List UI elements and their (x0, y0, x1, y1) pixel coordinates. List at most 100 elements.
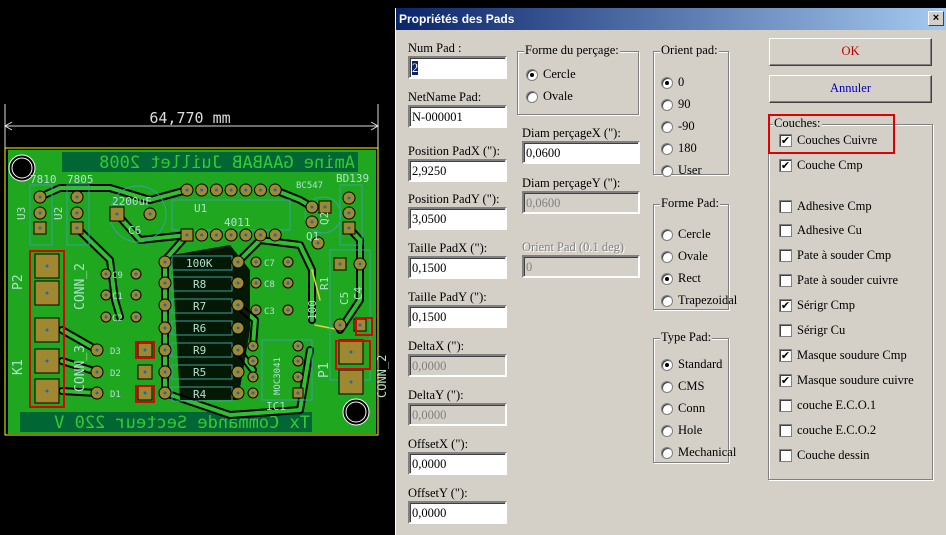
drill-hole (185, 233, 189, 237)
drill-hole (45, 359, 49, 363)
layer-checkbox-2[interactable]: Adhesive Cmp (779, 199, 872, 214)
checkbox-icon (779, 324, 792, 337)
svg-text:R4: R4 (193, 388, 207, 401)
diamx-label: Diam perçageX ("): (522, 126, 621, 140)
drill-hole (323, 205, 327, 209)
deltax-label: DeltaX ("): (408, 339, 465, 353)
svg-text:CONN_2: CONN_2 (73, 263, 88, 310)
pad-properties-dialog: Propriétés des Pads × Num Pad : 2 NetNam… (395, 8, 946, 535)
netname-label: NetName Pad: (408, 90, 482, 104)
layer-label: couche E.C.O.2 (797, 423, 877, 437)
netname-input[interactable]: N-000001 (408, 105, 507, 128)
board-title: Amine GAABAB Juillet 2008 (99, 153, 355, 173)
radio-ovale[interactable]: Ovale (526, 89, 573, 104)
drill-hole (347, 211, 351, 215)
num-pad-input[interactable]: 2 (408, 56, 507, 79)
diamy-input: 0,0600 (522, 191, 640, 214)
drill-hole (244, 188, 248, 192)
offsetx-input[interactable]: 0,0000 (408, 452, 507, 475)
radio-orient-1[interactable]: 90 (661, 97, 691, 112)
radio-type-pad-0[interactable]: Standard (661, 357, 722, 372)
diamx-input[interactable]: 0,0600 (522, 141, 640, 164)
drill-hole (296, 359, 300, 363)
posx-input[interactable]: 2,9250 (408, 159, 507, 182)
layer-checkbox-10[interactable]: couche E.C.O.1 (779, 398, 876, 413)
drill-hole (163, 281, 167, 285)
drill-hole (349, 380, 353, 384)
drill-hole (134, 293, 138, 297)
layer-checkbox-11[interactable]: couche E.C.O.2 (779, 423, 876, 438)
layer-checkbox-9[interactable]: ✔ Masque soudure cuivre (779, 373, 914, 388)
deltay-label: DeltaY ("): (408, 388, 464, 402)
radio-forme-pad-1[interactable]: Ovale (661, 249, 708, 264)
radio-cercle[interactable]: Cercle (526, 67, 576, 82)
checkbox-icon: ✔ (779, 349, 792, 362)
svg-text:2200uF: 2200uF (112, 195, 152, 208)
radio-orient-2[interactable]: -90 (661, 119, 695, 134)
forme-pad-group: Forme Pad: Cercle Ovale Rect Trapezoidal (653, 196, 737, 310)
close-button[interactable]: × (928, 11, 944, 26)
svg-text:D2: D2 (110, 369, 121, 379)
radio-type-pad-1[interactable]: CMS (661, 379, 704, 394)
drill-hole (214, 188, 218, 192)
dialog-title-bar[interactable]: Propriétés des Pads × (396, 8, 946, 30)
svg-text:U2: U2 (52, 207, 65, 220)
layer-checkbox-12[interactable]: Couche dessin (779, 448, 870, 463)
radio-type-pad-2[interactable]: Conn (661, 401, 705, 416)
taillex-input[interactable]: 0,1500 (408, 256, 507, 279)
radio-forme-pad-3[interactable]: Trapezoidal (661, 293, 737, 308)
checkbox-icon (779, 200, 792, 213)
svg-text:CONN_3: CONN_3 (73, 345, 88, 392)
drill-hole (338, 323, 342, 327)
ok-button[interactable]: OK (769, 38, 932, 66)
svg-text:BC547: BC547 (296, 181, 323, 191)
radio-label: Hole (678, 423, 703, 437)
type-pad-group: Type Pad: Standard CMS Conn Hole Mechanical (653, 330, 736, 463)
radio-orient-0[interactable]: 0 (661, 75, 684, 90)
pcb-canvas[interactable]: 64,770 mm Amine GAABAB Juillet 2008 Tx C… (0, 0, 395, 535)
radio-forme-pad-0[interactable]: Cercle (661, 227, 711, 242)
layer-checkbox-6[interactable]: ✔ Sérigr Cmp (779, 298, 855, 313)
drill-hole (229, 188, 233, 192)
radio-label: Rect (678, 271, 701, 285)
radio-icon (661, 446, 673, 459)
svg-text:R8: R8 (193, 278, 206, 291)
orient-pad-group: Orient pad: 0 90 -90 180 User (653, 43, 729, 178)
layer-checkbox-4[interactable]: Pate à souder Cmp (779, 248, 891, 263)
deltay-input: 0,0000 (408, 403, 507, 426)
layer-label: Sérigr Cmp (797, 298, 855, 312)
layer-checkbox-1[interactable]: ✔ Couche Cmp (779, 158, 863, 173)
drill-hole (310, 205, 314, 209)
drill-hole (143, 391, 147, 395)
radio-type-pad-4[interactable]: Mechanical (661, 445, 736, 460)
drill-hole (229, 233, 233, 237)
radio-orient-3[interactable]: 180 (661, 141, 697, 156)
drill-hole (200, 233, 204, 237)
drill-hole (163, 391, 167, 395)
radio-orient-4[interactable]: User (661, 163, 702, 178)
cancel-button[interactable]: Annuler (769, 75, 932, 103)
layer-checkbox-5[interactable]: Pate à souder cuivre (779, 273, 898, 288)
layer-checkbox-3[interactable]: Adhesive Cu (779, 223, 862, 238)
diamy-label: Diam perçageY ("): (522, 176, 621, 190)
drill-hole (254, 260, 258, 264)
radio-icon (661, 164, 673, 177)
svg-text:Q1: Q1 (306, 230, 319, 243)
layer-checkbox-7[interactable]: Sérigr Cu (779, 323, 845, 338)
orient-pad-label: Orient pad: (660, 43, 719, 58)
svg-text:P1: P1 (317, 362, 332, 378)
drill-hole (38, 195, 42, 199)
radio-label: Conn (678, 401, 706, 415)
radio-type-pad-3[interactable]: Hole (661, 423, 702, 438)
drill-hole (236, 260, 240, 264)
svg-text:R5: R5 (193, 366, 206, 379)
tailley-input[interactable]: 0,1500 (408, 305, 507, 328)
drill-hole (143, 370, 147, 374)
offsety-input[interactable]: 0,0000 (408, 501, 507, 524)
posy-input[interactable]: 3,0500 (408, 207, 507, 230)
svg-text:CONN_2: CONN_2 (375, 355, 389, 398)
layer-checkbox-8[interactable]: ✔ Masque soudure Cmp (779, 348, 907, 363)
type-pad-label: Type Pad: (660, 330, 713, 345)
radio-forme-pad-2[interactable]: Rect (661, 271, 701, 286)
radio-icon (661, 228, 673, 241)
